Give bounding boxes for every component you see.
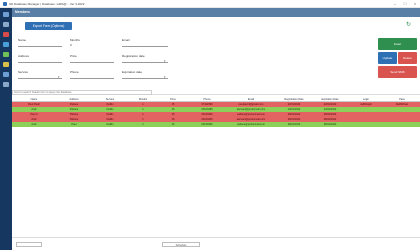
- column-header[interactable]: Pass: [384, 97, 420, 101]
- schedule-button[interactable]: Schedule: [162, 242, 200, 247]
- table-cell: Andr: [31, 123, 37, 126]
- page-size-dropdown[interactable]: [16, 242, 42, 247]
- table-cell: 1: [142, 123, 144, 126]
- title-bar: SD Database Manager | Database: sdDb@...…: [0, 0, 420, 8]
- phone-label: Phone: [70, 70, 79, 74]
- report-icon[interactable]: [3, 62, 9, 67]
- column-header[interactable]: Name: [12, 97, 56, 101]
- table-cell: 00143300: [201, 123, 213, 126]
- table-cell: 28/02/2022: [323, 123, 337, 126]
- table-cell: palrace@protonmail.com: [237, 123, 265, 126]
- members-table: Name Address Service Months Price Phone …: [12, 97, 420, 127]
- refresh-icon[interactable]: ↻: [406, 22, 412, 28]
- registration-date-label: Registration date: [122, 54, 145, 58]
- search-input[interactable]: [12, 90, 152, 95]
- app-icon: [3, 1, 7, 6]
- column-header[interactable]: Expiration Date: [312, 97, 348, 101]
- address-input[interactable]: [18, 59, 62, 63]
- calendar-dropdown-icon[interactable]: ▾: [164, 75, 166, 79]
- menu-icon[interactable]: [3, 12, 9, 17]
- expiration-date-input[interactable]: [122, 75, 168, 79]
- table-cell: Netflix: [106, 123, 114, 126]
- column-header[interactable]: Price: [158, 97, 188, 101]
- expiration-date-label: Expiration date: [122, 70, 143, 74]
- table-cell: [348, 122, 384, 127]
- maximize-icon[interactable]: □: [402, 1, 408, 6]
- settings-icon[interactable]: [3, 52, 9, 57]
- column-header[interactable]: Email: [226, 97, 276, 101]
- page-header: Members: [12, 8, 420, 17]
- name-input[interactable]: [18, 43, 62, 47]
- table-cell: [384, 122, 420, 127]
- database-icon[interactable]: [3, 72, 9, 77]
- insert-button[interactable]: Insert: [378, 38, 417, 50]
- email-input[interactable]: [122, 43, 168, 47]
- address-label: Address: [18, 54, 30, 58]
- send-sms-button[interactable]: Send SMS: [378, 66, 417, 78]
- export-button[interactable]: Export Form (Options): [25, 22, 72, 30]
- home-icon[interactable]: [3, 22, 9, 27]
- users-icon[interactable]: [3, 42, 9, 47]
- column-header[interactable]: Months: [128, 97, 158, 101]
- window-controls: – □ ×: [392, 1, 418, 6]
- months-value[interactable]: 0: [70, 43, 72, 47]
- service-label: Service: [18, 70, 29, 74]
- table-cell: 15: [171, 123, 175, 126]
- service-input[interactable]: [18, 75, 62, 79]
- main-panel: Members Export Form (Options) ↻ Name Mon…: [12, 8, 420, 250]
- column-header[interactable]: Address: [56, 97, 92, 101]
- sidebar: [0, 8, 12, 250]
- footer-bar: Schedule: [12, 237, 420, 250]
- price-label: Price: [70, 54, 77, 58]
- phone-input[interactable]: [70, 75, 114, 79]
- email-label: Email: [122, 38, 130, 42]
- months-label: Months: [70, 38, 80, 42]
- delete-button[interactable]: Delete: [398, 52, 417, 64]
- alert-icon[interactable]: [3, 32, 9, 37]
- update-button[interactable]: Update: [378, 52, 397, 64]
- name-label: Name: [18, 38, 27, 42]
- table-cell: Paul: [71, 123, 77, 126]
- calendar-dropdown-icon[interactable]: ▾: [164, 59, 166, 63]
- registration-date-input[interactable]: [122, 59, 168, 63]
- table-cell: 28/01/2022: [287, 123, 301, 126]
- column-header[interactable]: Login: [348, 97, 384, 101]
- price-input[interactable]: [70, 59, 114, 63]
- minimize-icon[interactable]: –: [392, 1, 398, 6]
- column-header[interactable]: Registration Date: [276, 97, 312, 101]
- column-header[interactable]: Service: [92, 97, 128, 101]
- info-icon[interactable]: [3, 82, 9, 87]
- window-title: SD Database Manager | Database: sdDb@...…: [9, 1, 85, 6]
- table-row[interactable]: Andr Paul Netflix 1 15 00143300 palrace@…: [12, 122, 420, 127]
- service-dropdown-icon[interactable]: ▾: [58, 75, 60, 79]
- column-header[interactable]: Phone: [188, 97, 226, 101]
- search-bar: [12, 90, 420, 95]
- page-title: Members: [15, 10, 30, 14]
- close-icon[interactable]: ×: [412, 1, 418, 6]
